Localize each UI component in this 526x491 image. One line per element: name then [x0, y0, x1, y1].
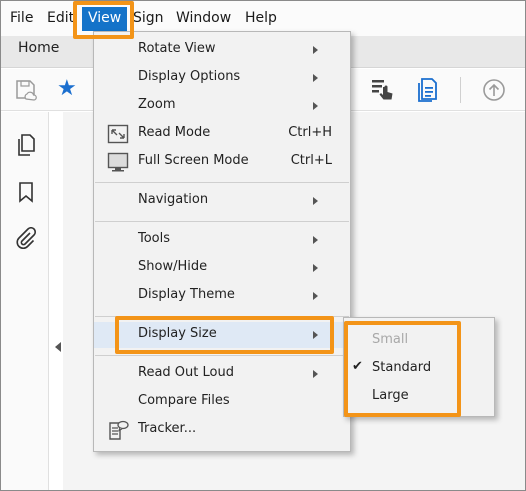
submenu-item-label: Standard [372, 360, 432, 375]
submenu-arrow-icon [313, 331, 318, 339]
submenu-item-small: Small [344, 328, 494, 354]
menu-item-display-theme[interactable]: Display Theme [94, 283, 350, 309]
menu-item-rotate-view[interactable]: Rotate View [94, 37, 350, 63]
menu-item-label: Tools [138, 231, 171, 246]
collapse-panel-icon[interactable] [53, 341, 63, 353]
full-screen-icon [107, 152, 129, 172]
menu-item-label: Read Out Loud [138, 365, 234, 380]
save-cloud-icon[interactable] [13, 77, 39, 103]
menu-item-label: Display Options [138, 69, 241, 84]
submenu-arrow-icon [313, 102, 318, 110]
view-menu: Rotate View Display Options Zoom Read Mo… [93, 31, 351, 452]
toolbar-separator [460, 77, 461, 103]
submenu-item-standard[interactable]: ✔ Standard [344, 356, 494, 382]
submenu-arrow-icon [313, 292, 318, 300]
menu-separator [95, 355, 349, 356]
menu-item-label: Compare Files [138, 393, 230, 408]
menu-separator [95, 182, 349, 183]
menu-item-label: Display Theme [138, 287, 235, 302]
checkmark-icon: ✔ [352, 359, 363, 374]
shortcut-label: Ctrl+L [290, 153, 332, 168]
menu-edit[interactable]: Edit [47, 10, 74, 26]
menu-item-label: Navigation [138, 192, 209, 207]
submenu-arrow-icon [313, 370, 318, 378]
tracker-icon [109, 420, 129, 440]
pointer-hand-icon[interactable] [370, 77, 396, 103]
menu-item-display-size[interactable]: Display Size [94, 322, 350, 348]
menu-item-tracker[interactable]: Tracker... [94, 417, 350, 443]
submenu-arrow-icon [313, 264, 318, 272]
menu-item-label: Zoom [138, 97, 176, 112]
attachment-icon[interactable] [14, 227, 38, 251]
menu-item-compare-files[interactable]: Compare Files [94, 389, 350, 415]
submenu-item-large[interactable]: Large [344, 384, 494, 410]
shortcut-label: Ctrl+H [288, 125, 332, 140]
menu-item-label: Rotate View [138, 41, 216, 56]
menu-separator [95, 316, 349, 317]
menu-file[interactable]: File [10, 10, 33, 26]
page-thumbnails-icon[interactable] [14, 133, 38, 157]
document-edit-icon[interactable] [415, 77, 441, 103]
submenu-item-label: Large [372, 388, 409, 403]
menu-item-label: Read Mode [138, 125, 211, 140]
previous-page-icon[interactable] [481, 77, 507, 103]
submenu-arrow-icon [313, 197, 318, 205]
menu-sign[interactable]: Sign [133, 10, 164, 26]
submenu-arrow-icon [313, 236, 318, 244]
submenu-item-label: Small [372, 332, 409, 347]
menu-view[interactable]: View [82, 7, 128, 31]
menu-item-navigation[interactable]: Navigation [94, 188, 350, 214]
menu-item-read-out-loud[interactable]: Read Out Loud [94, 361, 350, 387]
menu-item-label: Tracker... [138, 421, 197, 436]
star-icon[interactable]: ★ [57, 78, 77, 100]
read-mode-icon [107, 124, 129, 144]
menu-item-label: Full Screen Mode [138, 153, 249, 168]
menu-item-tools[interactable]: Tools [94, 227, 350, 253]
menu-separator [95, 221, 349, 222]
display-size-submenu: Small ✔ Standard Large [343, 317, 495, 417]
menu-item-label: Display Size [138, 326, 217, 341]
bookmark-icon[interactable] [14, 180, 38, 204]
left-navigation-rail [1, 112, 49, 490]
submenu-arrow-icon [313, 46, 318, 54]
menu-window[interactable]: Window [176, 10, 231, 26]
tab-home[interactable]: Home [18, 40, 59, 56]
menu-help[interactable]: Help [245, 10, 277, 26]
menu-item-zoom[interactable]: Zoom [94, 93, 350, 119]
acrobat-window: File Edit View Sign Window Help Home ★ R… [0, 0, 526, 491]
menu-item-read-mode[interactable]: Read Mode Ctrl+H [94, 121, 350, 147]
menu-item-show-hide[interactable]: Show/Hide [94, 255, 350, 281]
menu-item-label: Show/Hide [138, 259, 208, 274]
menu-item-full-screen-mode[interactable]: Full Screen Mode Ctrl+L [94, 149, 350, 175]
submenu-arrow-icon [313, 74, 318, 82]
menu-item-display-options[interactable]: Display Options [94, 65, 350, 91]
